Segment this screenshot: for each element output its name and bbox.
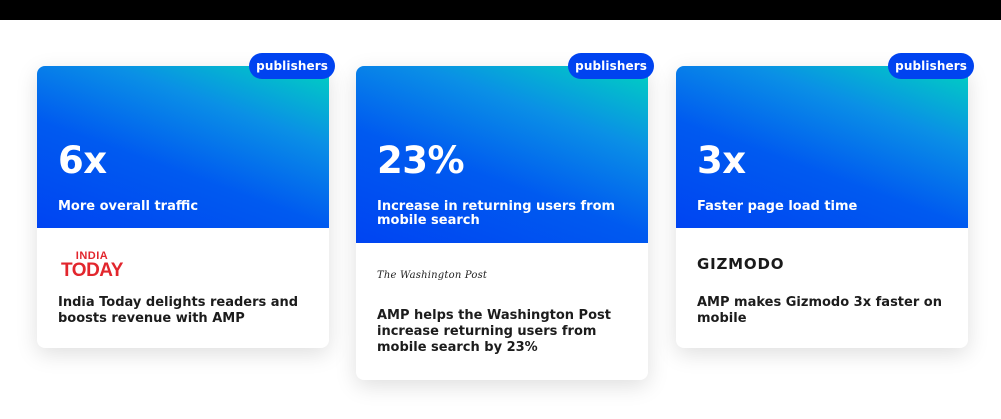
gizmodo-logo: GIZMODO	[697, 255, 785, 273]
top-black-bar	[0, 0, 1001, 20]
card-stat-panel: publishers 6x More overall traffic	[37, 53, 335, 228]
case-study-card-india-today[interactable]: publishers 6x More overall traffic INDIA…	[37, 53, 335, 348]
stat-value: 3x	[697, 139, 746, 182]
stat-label: Increase in returning users from mobile …	[377, 199, 616, 228]
publishers-tag[interactable]: publishers	[568, 53, 654, 79]
india-today-logo: INDIA TODAY	[57, 251, 127, 281]
washington-post-logo: The Washington Post	[377, 270, 488, 281]
card-headline[interactable]: AMP helps the Washington Post increase r…	[377, 308, 632, 356]
stat-value: 6x	[58, 139, 107, 182]
card-headline[interactable]: AMP makes Gizmodo 3x faster on mobile	[697, 295, 952, 327]
card-stat-panel: publishers 23% Increase in returning use…	[356, 53, 654, 243]
card-stat-panel: publishers 3x Faster page load time	[676, 53, 974, 228]
card-headline[interactable]: India Today delights readers and boosts …	[58, 295, 313, 327]
case-study-card-gizmodo[interactable]: publishers 3x Faster page load time GIZM…	[676, 53, 974, 348]
publishers-tag[interactable]: publishers	[888, 53, 974, 79]
india-today-logo-line2: TODAY	[61, 260, 123, 281]
stat-value: 23%	[377, 139, 465, 182]
stat-label: More overall traffic	[58, 199, 199, 214]
case-study-card-washington-post[interactable]: publishers 23% Increase in returning use…	[356, 53, 654, 380]
stat-label: Faster page load time	[697, 199, 858, 214]
publishers-tag[interactable]: publishers	[249, 53, 335, 79]
